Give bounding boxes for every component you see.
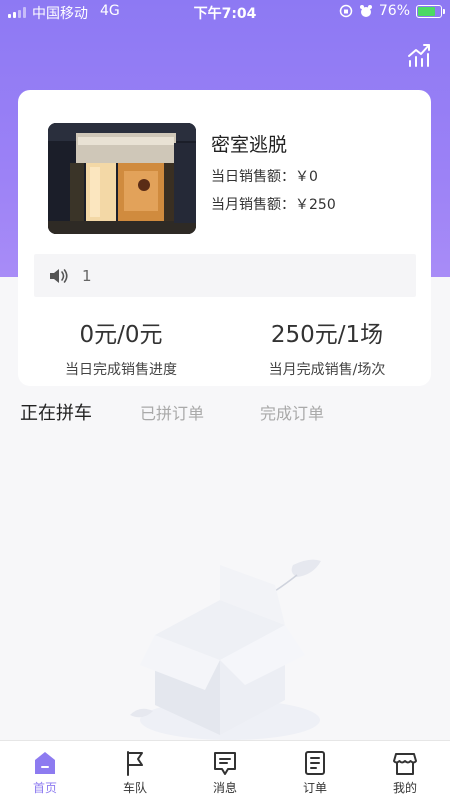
flag-icon (127, 751, 143, 776)
rotation-lock-icon (339, 4, 353, 18)
store-card[interactable]: 密室逃脱 当日销售额：￥0 当月销售额：￥250 1 0元/0元 当日完成销售进… (18, 90, 431, 386)
empty-box-illustration (130, 559, 321, 740)
nav-messages-label: 消息 (212, 781, 237, 795)
store-name: 密室逃脱 (211, 134, 288, 156)
alarm-icon (359, 5, 372, 17)
nav-orders-label: 订单 (302, 781, 327, 795)
monthly-progress-value: 250元/1场 (270, 322, 384, 348)
status-bar: 中国移动 4G 下午7:04 76% (0, 0, 450, 24)
home-icon (35, 752, 55, 774)
nav-messages[interactable]: 消息 (180, 741, 270, 800)
order-tabs: 正在拼车 已拼订单 完成订单 (20, 400, 440, 430)
daily-sales-value: ￥0 (295, 169, 318, 185)
speaker-icon (50, 268, 68, 283)
nav-fleet[interactable]: 车队 (90, 741, 180, 800)
monthly-sales-value: ￥250 (295, 197, 336, 213)
daily-progress-value: 0元/0元 (79, 322, 163, 348)
status-indicators: 76% (339, 3, 445, 19)
nav-mine-label: 我的 (392, 781, 417, 795)
nav-orders[interactable]: 订单 (270, 741, 360, 800)
store-photo (48, 123, 196, 234)
tab-joined-orders[interactable]: 已拼订单 (140, 400, 204, 424)
bottom-navigation: 首页 车队 消息 订单 我的 (0, 740, 450, 800)
notice-bar[interactable]: 1 (34, 254, 416, 297)
monthly-progress-label: 当月完成销售/场次 (268, 362, 386, 378)
nav-mine[interactable]: 我的 (360, 741, 450, 800)
tab-carpooling[interactable]: 正在拼车 (20, 399, 92, 425)
nav-fleet-label: 车队 (122, 781, 147, 795)
trend-chart-icon[interactable] (406, 42, 432, 68)
monthly-sales: 当月销售额：￥250 (211, 194, 336, 214)
store-icon (393, 753, 417, 775)
daily-sales: 当日销售额：￥0 (211, 166, 318, 186)
order-icon (305, 751, 325, 775)
monthly-progress-stat: 250元/1场 当月完成销售/场次 (224, 315, 430, 379)
nav-home[interactable]: 首页 (0, 741, 90, 800)
monthly-sales-label: 当月销售额： (211, 197, 295, 213)
tab-completed-orders[interactable]: 完成订单 (260, 400, 324, 424)
daily-sales-label: 当日销售额： (211, 169, 295, 185)
daily-progress-stat: 0元/0元 当日完成销售进度 (18, 315, 224, 379)
message-icon (214, 752, 236, 775)
battery-percent: 76% (378, 3, 410, 19)
notice-count: 1 (82, 266, 92, 285)
daily-progress-label: 当日完成销售进度 (65, 362, 177, 378)
battery-icon (416, 4, 445, 18)
nav-home-label: 首页 (32, 781, 57, 795)
